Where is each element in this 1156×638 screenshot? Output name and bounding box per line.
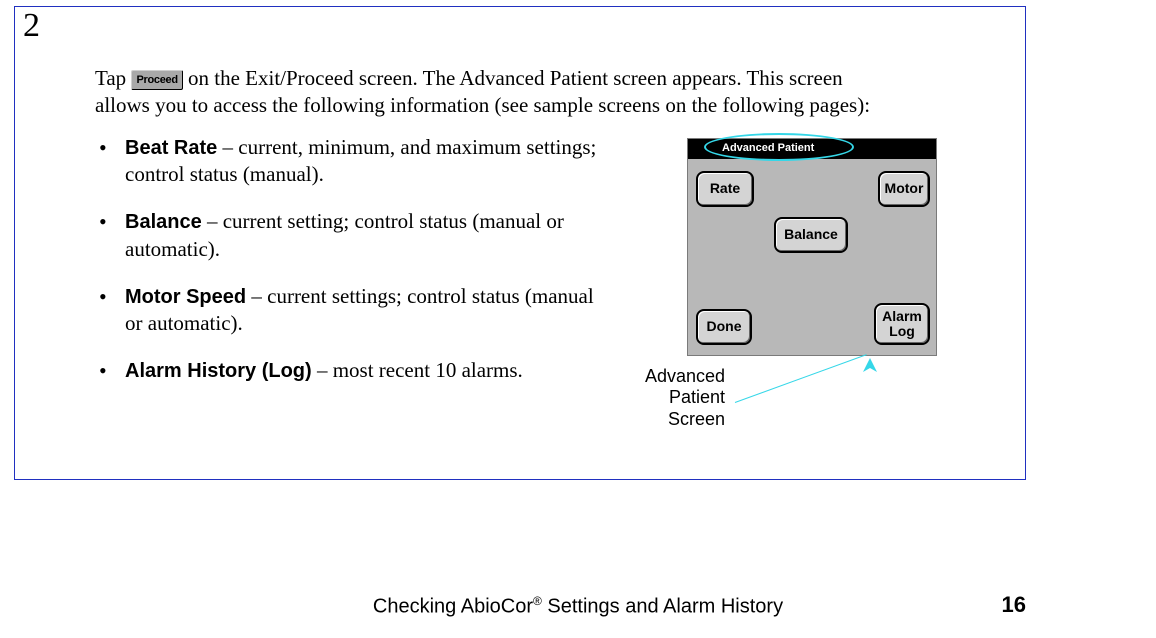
bullet-title: Alarm History (Log) bbox=[125, 360, 312, 382]
bullet-title: Balance bbox=[125, 211, 202, 233]
arrowhead-icon bbox=[863, 353, 877, 378]
step-box: 2 Tap Proceed on the Exit/Proceed screen… bbox=[14, 6, 1026, 480]
device-screenshot: Advanced Patient Rate Motor Balance Done… bbox=[687, 138, 937, 356]
list-item: Motor Speed – current settings; control … bbox=[95, 283, 615, 337]
intro-text-2: on the Exit/Proceed screen. The Advanced… bbox=[95, 66, 870, 117]
rate-button[interactable]: Rate bbox=[696, 171, 754, 207]
highlight-ellipse bbox=[704, 133, 854, 161]
bullet-list-container: Beat Rate – current, minimum, and maximu… bbox=[95, 134, 635, 405]
page-footer: Checking AbioCor® Settings and Alarm His… bbox=[0, 592, 1156, 620]
footer-title-before: Checking AbioCor bbox=[373, 596, 533, 618]
list-item: Beat Rate – current, minimum, and maximu… bbox=[95, 134, 615, 188]
balance-button[interactable]: Balance bbox=[774, 217, 848, 253]
registered-mark: ® bbox=[533, 594, 542, 608]
step-number: 2 bbox=[23, 7, 40, 45]
list-item: Alarm History (Log) – most recent 10 ala… bbox=[95, 357, 615, 385]
bullet-title: Motor Speed bbox=[125, 286, 246, 308]
motor-button[interactable]: Motor bbox=[878, 171, 930, 207]
bullet-list: Beat Rate – current, minimum, and maximu… bbox=[95, 134, 615, 385]
footer-title: Checking AbioCor® Settings and Alarm His… bbox=[373, 594, 783, 619]
done-button[interactable]: Done bbox=[696, 309, 752, 345]
columns: Beat Rate – current, minimum, and maximu… bbox=[95, 134, 1005, 405]
figure-area: Advanced Patient Rate Motor Balance Done… bbox=[635, 134, 945, 405]
figure-caption: Advanced Patient Screen bbox=[625, 366, 725, 431]
bullet-title: Beat Rate bbox=[125, 137, 217, 159]
list-item: Balance – current setting; control statu… bbox=[95, 208, 615, 262]
intro-text-1: Tap bbox=[95, 66, 131, 90]
callout-line bbox=[735, 354, 867, 403]
footer-title-after: Settings and Alarm History bbox=[542, 596, 783, 618]
alarm-log-button[interactable]: Alarm Log bbox=[874, 303, 930, 345]
intro-paragraph: Tap Proceed on the Exit/Proceed screen. … bbox=[95, 65, 885, 120]
step-content: Tap Proceed on the Exit/Proceed screen. … bbox=[95, 65, 1005, 405]
bullet-desc: – most recent 10 alarms. bbox=[312, 358, 523, 382]
proceed-button[interactable]: Proceed bbox=[131, 70, 182, 90]
page-number: 16 bbox=[1002, 592, 1026, 618]
